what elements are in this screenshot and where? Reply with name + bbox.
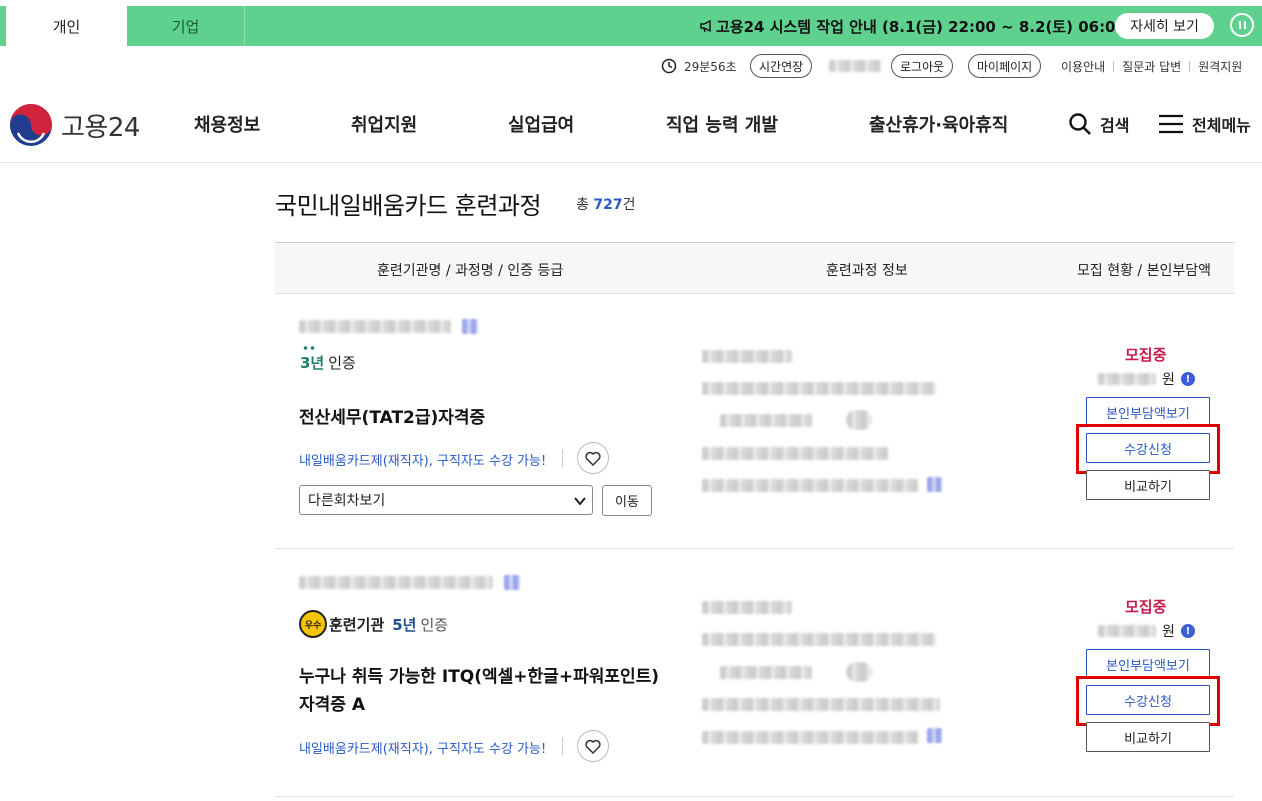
timer-text: 29분56초 bbox=[684, 59, 737, 74]
wishlist-button[interactable] bbox=[577, 442, 609, 474]
institution-name-redacted bbox=[299, 576, 493, 589]
all-menu-label: 전체메뉴 bbox=[1192, 116, 1251, 135]
self-pay-amount: 원 ! bbox=[1098, 369, 1195, 389]
total-count: 총 727건 bbox=[576, 197, 636, 213]
cert-years: 5년 bbox=[392, 615, 417, 634]
cert-years: 3년 bbox=[300, 346, 324, 373]
institution-link-icon[interactable] bbox=[504, 575, 520, 590]
institution-link-icon[interactable] bbox=[462, 319, 478, 334]
svg-text:우수: 우수 bbox=[305, 620, 322, 631]
col-header-institution: 훈련기관명 / 과정명 / 인증 등급 bbox=[377, 263, 564, 279]
nav-unemployment-benefit[interactable]: 실업급여 bbox=[508, 110, 574, 138]
cert-badge: 우수 훈련기관 5년 인증 bbox=[299, 610, 448, 638]
site-logo[interactable]: 고용24 bbox=[9, 103, 140, 147]
cert-label: 인증 bbox=[420, 615, 449, 634]
notice-label: 고용24 시스템 작업 안내 (8.1(금) 22:00 ~ 8.2(토) 06… bbox=[716, 17, 1133, 36]
session-timer: 29분56초 bbox=[661, 54, 737, 78]
mypage-button[interactable]: 마이페이지 bbox=[968, 54, 1042, 78]
course-info-redacted bbox=[702, 601, 792, 614]
link-guide[interactable]: 이용안내 bbox=[1061, 58, 1105, 75]
search-label: 검색 bbox=[1100, 116, 1130, 135]
excellent-org-badge-icon: 우수 bbox=[299, 610, 327, 638]
move-button[interactable]: 이동 bbox=[602, 485, 652, 516]
wishlist-button[interactable] bbox=[577, 730, 609, 762]
search-icon bbox=[1069, 113, 1091, 135]
page-title: 국민내일배움카드 훈련과정 bbox=[275, 192, 542, 220]
clock-icon bbox=[661, 58, 677, 74]
heart-icon bbox=[585, 451, 601, 466]
tab-personal[interactable]: 개인 bbox=[6, 6, 127, 46]
institution-name-redacted bbox=[299, 320, 451, 333]
other-session-select[interactable]: 다른회차보기 bbox=[299, 485, 593, 515]
search-button[interactable]: 검색 bbox=[1068, 110, 1129, 138]
notice-text[interactable]: 고용24 시스템 작업 안내 (8.1(금) 22:00 ~ 8.2(토) 06… bbox=[700, 6, 1133, 46]
info-icon[interactable]: ! bbox=[1180, 624, 1195, 638]
recruit-status: 모집중 bbox=[1125, 598, 1167, 616]
taegeuk-logo-icon bbox=[10, 104, 52, 146]
extend-session-button[interactable]: 시간연장 bbox=[750, 54, 813, 78]
nav-jobs[interactable]: 채용정보 bbox=[194, 110, 260, 138]
course-title[interactable]: 누구나 취득 가능한 ITQ(엑셀+한글+파워포인트) 자격증 A bbox=[299, 663, 659, 719]
link-faq[interactable]: 질문과 답변 bbox=[1122, 58, 1181, 75]
chevron-down-icon bbox=[574, 497, 586, 506]
notice-detail-button[interactable]: 자세히 보기 bbox=[1115, 13, 1214, 39]
nav-employment-support[interactable]: 취업지원 bbox=[351, 110, 417, 138]
card-type-info: 내일배움카드제(재직자), 구직자도 수강 가능! bbox=[299, 454, 547, 469]
compare-button[interactable]: 비교하기 bbox=[1086, 722, 1210, 752]
hamburger-icon bbox=[1159, 114, 1183, 134]
nav-divider bbox=[0, 162, 1262, 163]
pause-icon[interactable] bbox=[1230, 13, 1254, 37]
row-divider bbox=[275, 796, 1234, 797]
row-divider bbox=[275, 548, 1234, 549]
nav-parental-leave[interactable]: 출산휴가·육아휴직 bbox=[869, 110, 1008, 138]
view-self-pay-button[interactable]: 본인부담액보기 bbox=[1086, 397, 1210, 427]
tab-business[interactable]: 기업 bbox=[127, 6, 245, 46]
nav-skill-development[interactable]: 직업 능력 개발 bbox=[666, 110, 778, 138]
self-pay-amount: 원 ! bbox=[1098, 621, 1195, 641]
org-badge-label: 훈련기관 bbox=[329, 615, 385, 634]
course-title[interactable]: 전산세무(TAT2급)자격증 bbox=[299, 404, 485, 432]
apply-button[interactable]: 수강신청 bbox=[1086, 685, 1210, 715]
course-info-redacted bbox=[702, 350, 792, 363]
all-menu-button[interactable]: 전체메뉴 bbox=[1158, 110, 1251, 138]
cert-badge: 3년 인증 bbox=[300, 346, 356, 373]
cert-label: 인증 bbox=[328, 354, 356, 372]
recruit-status: 모집중 bbox=[1125, 346, 1167, 364]
user-name-redacted bbox=[829, 60, 881, 72]
link-remote-support[interactable]: 원격지원 bbox=[1198, 58, 1242, 75]
logout-button[interactable]: 로그아웃 bbox=[891, 54, 954, 78]
apply-button[interactable]: 수강신청 bbox=[1086, 433, 1210, 463]
col-header-course-info: 훈련과정 정보 bbox=[826, 263, 908, 279]
card-type-info: 내일배움카드제(재직자), 구직자도 수강 가능! bbox=[299, 742, 547, 757]
util-links: 이용안내 질문과 답변 원격지원 bbox=[1061, 54, 1242, 78]
compare-button[interactable]: 비교하기 bbox=[1086, 470, 1210, 500]
col-header-recruit-status: 모집 현황 / 본인부담액 bbox=[1077, 263, 1211, 279]
view-self-pay-button[interactable]: 본인부담액보기 bbox=[1086, 649, 1210, 679]
info-icon[interactable]: ! bbox=[1180, 372, 1195, 386]
logo-text: 고용24 bbox=[61, 112, 140, 143]
megaphone-icon bbox=[700, 19, 711, 33]
heart-icon bbox=[585, 739, 601, 754]
